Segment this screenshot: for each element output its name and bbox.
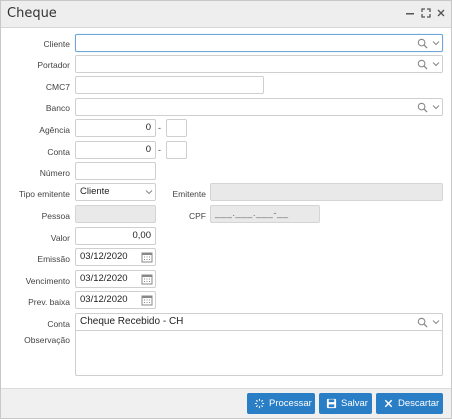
processar-button[interactable]: Processar xyxy=(247,393,315,414)
search-icon[interactable] xyxy=(417,317,428,328)
processar-label: Processar xyxy=(269,398,312,409)
cheque-dialog: Cheque Cliente Portador CMC7 Banco Agênc… xyxy=(0,0,452,419)
cliente-input[interactable] xyxy=(75,34,443,52)
portador-input[interactable] xyxy=(75,55,443,73)
discard-label: Descartar xyxy=(398,398,440,409)
calendar-icon[interactable] xyxy=(141,273,153,285)
chevron-down-icon[interactable] xyxy=(145,188,153,196)
agencia-digit-input[interactable] xyxy=(166,119,187,137)
emissao-value: 03/12/2020 xyxy=(80,251,128,262)
chevron-down-icon[interactable] xyxy=(432,60,440,68)
observacao-label: Observação xyxy=(24,335,70,345)
processar-icon xyxy=(254,398,265,409)
prev-baixa-value: 03/12/2020 xyxy=(80,294,128,305)
search-icon[interactable] xyxy=(417,59,428,70)
search-icon[interactable] xyxy=(417,38,428,49)
conta-digit-input[interactable] xyxy=(166,141,187,159)
save-label: Salvar xyxy=(341,398,368,409)
pessoa-label: Pessoa xyxy=(41,211,70,221)
conta-value: Cheque Recebido - CH xyxy=(80,316,184,327)
vencimento-date-input[interactable]: 03/12/2020 xyxy=(75,270,156,288)
observacao-textarea[interactable] xyxy=(75,330,443,376)
emitente-input xyxy=(210,183,443,201)
tipo-emitente-label: Tipo emitente xyxy=(18,189,70,199)
cpf-input: ___.___.___-__ xyxy=(210,205,320,223)
numero-label: Número xyxy=(39,168,70,178)
maximize-icon[interactable] xyxy=(421,8,431,18)
save-button[interactable]: Salvar xyxy=(319,393,372,414)
valor-label: Valor xyxy=(50,233,70,243)
chevron-down-icon[interactable] xyxy=(432,318,440,326)
cmc7-label: CMC7 xyxy=(45,82,70,92)
chevron-down-icon[interactable] xyxy=(432,39,440,47)
calendar-icon[interactable] xyxy=(141,294,153,306)
prev-baixa-date-input[interactable]: 03/12/2020 xyxy=(75,291,156,309)
emissao-date-input[interactable]: 03/12/2020 xyxy=(75,248,156,266)
prev-baixa-label: Prev. baixa xyxy=(28,297,70,307)
conta-separator: - xyxy=(158,145,161,155)
portador-label: Portador xyxy=(37,60,70,70)
search-icon[interactable] xyxy=(417,102,428,113)
tipo-emitente-select[interactable]: Cliente xyxy=(75,183,156,201)
discard-icon xyxy=(384,399,393,408)
cmc7-input[interactable] xyxy=(75,76,264,94)
close-icon[interactable] xyxy=(436,8,446,18)
conta-number-label: Conta xyxy=(47,147,70,157)
pessoa-input xyxy=(75,205,156,223)
chevron-down-icon[interactable] xyxy=(432,103,440,111)
tipo-emitente-value: Cliente xyxy=(80,186,110,197)
banco-label: Banco xyxy=(45,103,70,113)
window-title: Cheque xyxy=(7,6,57,21)
minimize-icon[interactable] xyxy=(405,8,415,18)
vencimento-label: Vencimento xyxy=(25,276,70,286)
agencia-input[interactable]: 0 xyxy=(75,119,156,137)
agencia-label: Agência xyxy=(39,125,70,135)
vencimento-value: 03/12/2020 xyxy=(80,273,128,284)
emissao-label: Emissão xyxy=(37,254,70,264)
calendar-icon[interactable] xyxy=(141,251,153,263)
save-icon xyxy=(326,398,337,409)
valor-input[interactable]: 0,00 xyxy=(75,227,156,245)
discard-button[interactable]: Descartar xyxy=(376,393,443,414)
numero-input[interactable] xyxy=(75,162,156,180)
emitente-label: Emitente xyxy=(172,189,206,199)
agencia-separator: - xyxy=(158,123,161,133)
cpf-label: CPF xyxy=(189,211,206,221)
banco-input[interactable] xyxy=(75,98,443,116)
cliente-label: Cliente xyxy=(43,39,70,49)
conta-label: Conta xyxy=(47,319,70,329)
title-bar: Cheque xyxy=(1,1,451,28)
conta-number-input[interactable]: 0 xyxy=(75,141,156,159)
